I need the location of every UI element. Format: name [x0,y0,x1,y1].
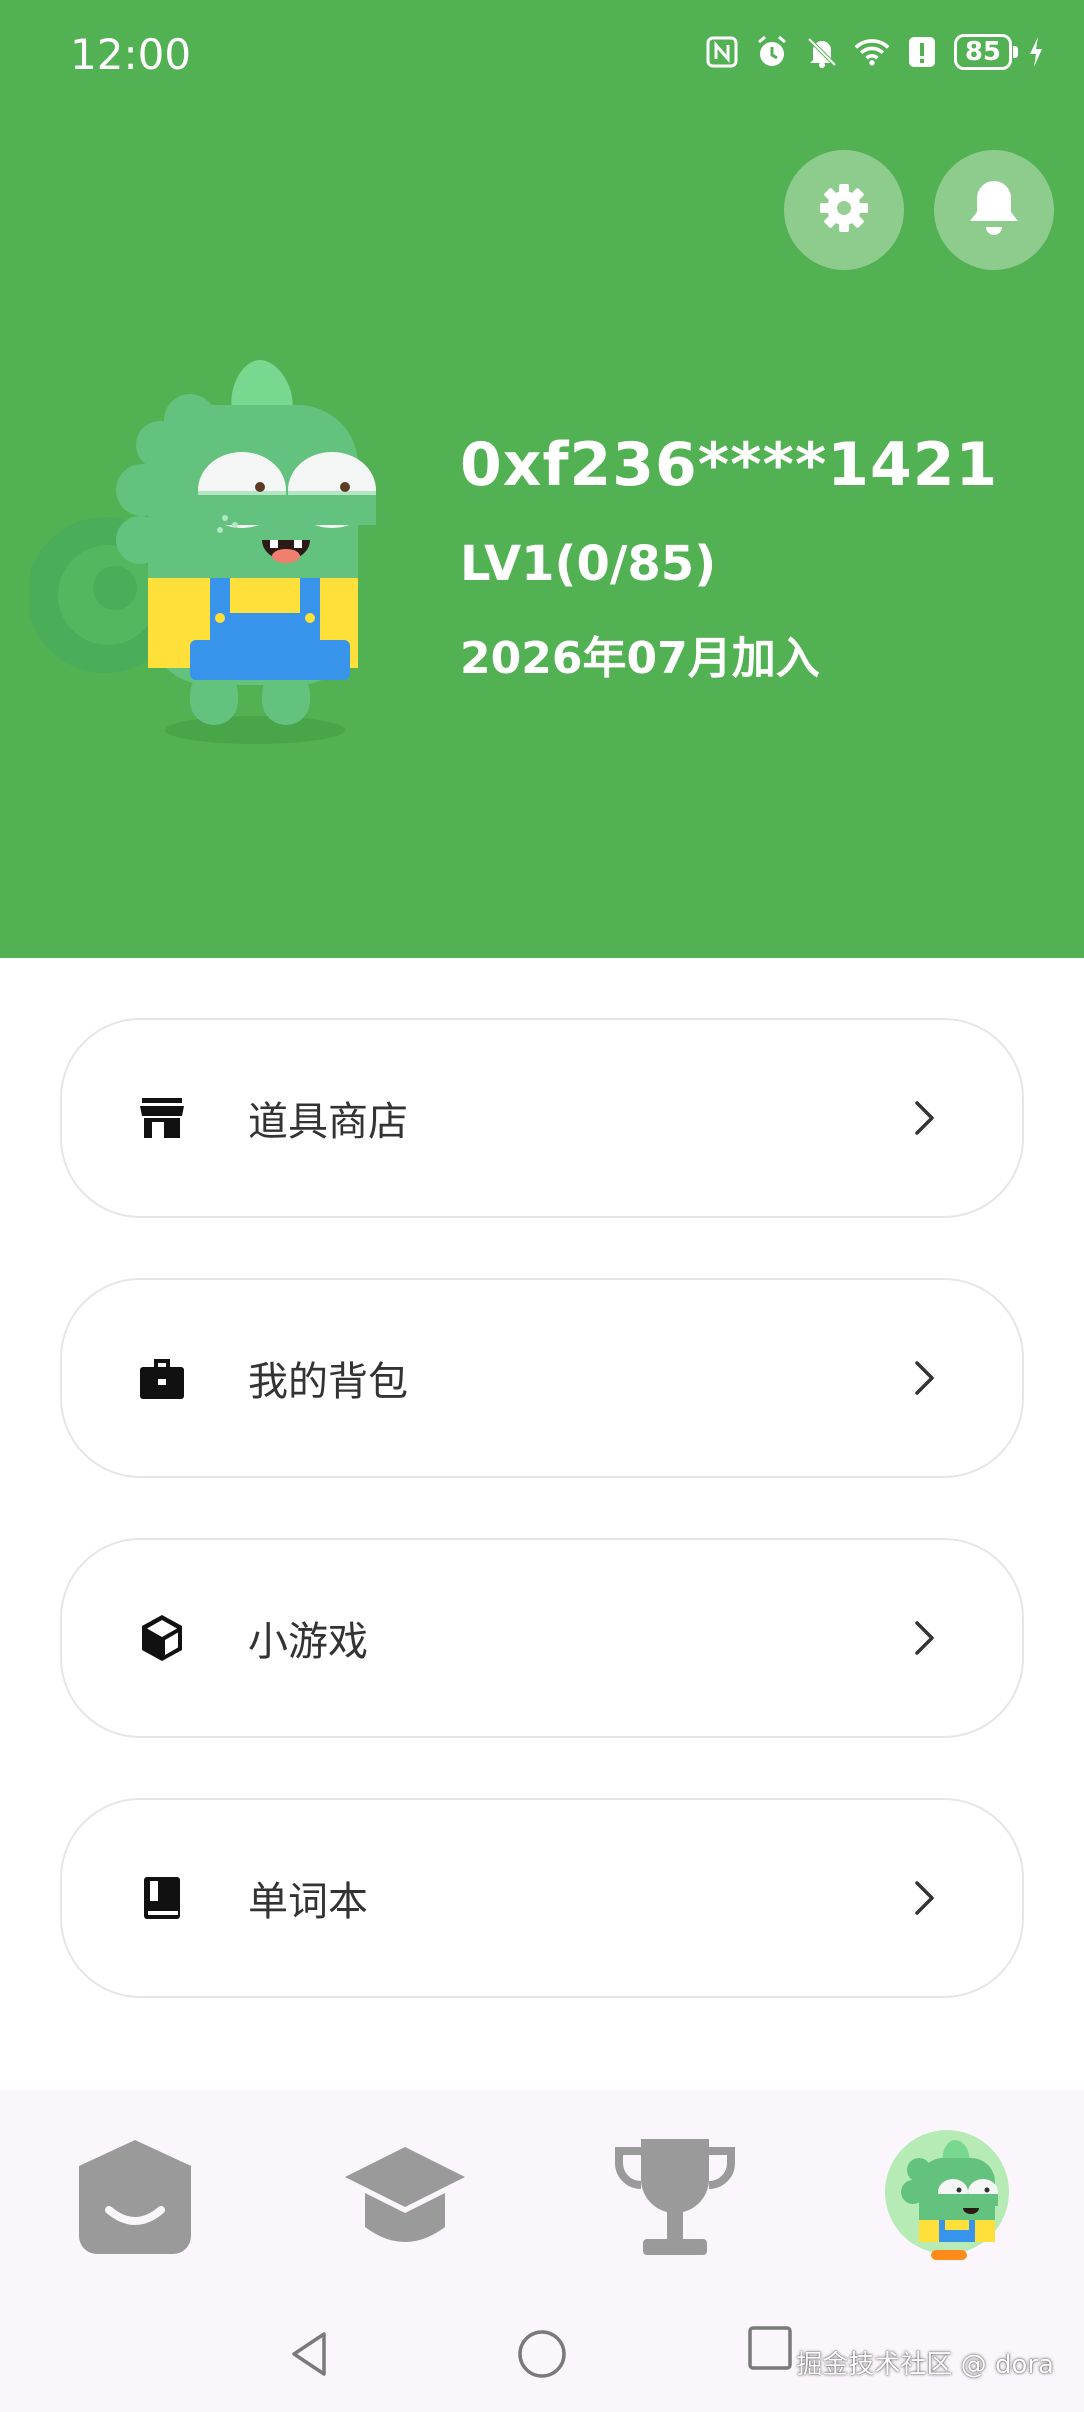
nav-learn[interactable] [330,2130,480,2270]
notification-button[interactable] [934,150,1054,270]
status-icons: 85 [704,34,1046,70]
home-circle-icon[interactable] [516,2328,568,2384]
trophy-icon [613,2133,737,2267]
menu-item-backpack[interactable]: 我的背包 [60,1278,1024,1478]
nav-home[interactable] [60,2130,210,2270]
store-icon [134,1090,190,1146]
cube-icon [134,1610,190,1666]
alarm-icon [754,34,790,70]
user-level: LV1(0/85) [460,536,717,592]
profile-header: 12:00 85 0xf236****1421 LV1(0/85) 2026年0… [0,0,1084,958]
bottom-nav [0,2090,1084,2300]
status-bar: 12:00 85 [0,0,1084,112]
briefcase-icon [134,1350,190,1406]
settings-button[interactable] [784,150,904,270]
home-icon [73,2136,197,2264]
alert-icon [904,34,940,70]
recent-apps-icon[interactable] [746,2324,794,2376]
nav-profile[interactable] [872,2130,1022,2270]
menu-item-mini-games[interactable]: 小游戏 [60,1538,1024,1738]
menu-label: 单词本 [248,1879,368,1925]
chevron-right-icon [904,1098,944,1138]
charging-icon [1026,34,1046,70]
bell-icon [965,177,1023,243]
mascot-avatar [27,350,380,760]
menu-label: 我的背包 [248,1359,408,1405]
back-icon[interactable] [284,2328,336,2384]
nfc-icon [704,34,740,70]
menu-item-vocabulary[interactable]: 单词本 [60,1798,1024,1998]
battery-icon: 85 [953,34,1019,70]
user-id: 0xf236****1421 [460,430,999,500]
chevron-right-icon [904,1618,944,1658]
menu-item-store[interactable]: 道具商店 [60,1018,1024,1218]
chevron-right-icon [904,1358,944,1398]
gear-icon [816,180,872,240]
menu-label: 小游戏 [248,1619,368,1665]
status-time: 12:00 [70,30,192,79]
nav-leaderboard[interactable] [600,2130,750,2270]
chevron-right-icon [904,1878,944,1918]
profile-avatar-icon [881,2128,1013,2272]
bell-off-icon [804,34,840,70]
user-joined-date: 2026年07月加入 [460,633,820,684]
graduation-cap-icon [343,2143,467,2257]
watermark: 掘金技术社区 @ dora [796,2350,1054,2380]
menu-label: 道具商店 [248,1099,408,1145]
wifi-icon [854,34,890,70]
profile-info: 0xf236****1421 LV1(0/85) 2026年07月加入 [460,430,998,686]
book-icon [134,1870,190,1926]
